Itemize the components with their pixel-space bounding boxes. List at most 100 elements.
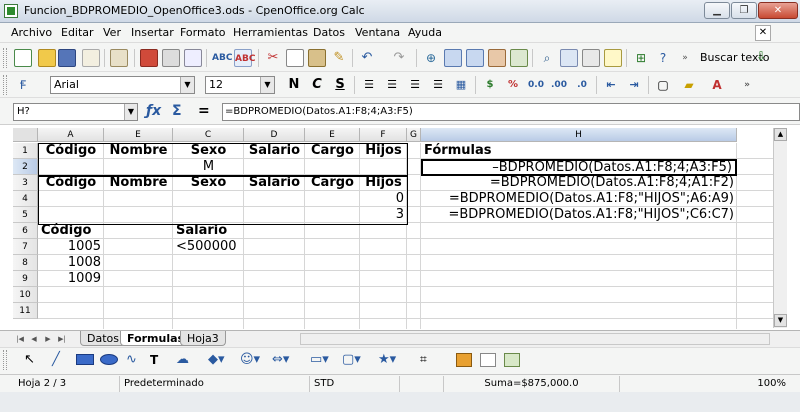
last-sheet-icon[interactable]: ▶| [56, 333, 68, 345]
undo-icon[interactable]: ↶ [358, 49, 376, 67]
freeform-icon[interactable]: ∿ [126, 352, 137, 367]
clone-format-icon[interactable]: ✎ [330, 49, 348, 67]
print-icon[interactable] [162, 49, 180, 67]
column-header-b[interactable]: E [104, 128, 173, 142]
copy-icon[interactable] [286, 49, 304, 67]
font-name-select[interactable]: Arial ▼ [50, 76, 195, 94]
background-color-icon[interactable]: ▰ [680, 76, 698, 94]
page-preview-icon[interactable] [184, 49, 202, 67]
email-icon[interactable] [82, 49, 100, 67]
cell-f5[interactable]: 3 [360, 207, 407, 223]
text-icon[interactable]: T [150, 353, 158, 367]
cell-c1[interactable]: Sexo [173, 143, 244, 159]
select-pointer-icon[interactable]: ↖ [24, 352, 35, 367]
cell-d1[interactable]: Salario [244, 143, 305, 159]
menu-datos[interactable]: Datos [313, 26, 345, 39]
cell-a7[interactable]: 1005 [38, 239, 104, 255]
chevron-down-icon[interactable]: ▼ [180, 77, 194, 93]
row-header[interactable]: 7 [13, 239, 38, 255]
column-header-c[interactable]: C [173, 128, 244, 142]
edit-file-icon[interactable] [110, 49, 128, 67]
cell-e1[interactable]: Cargo [305, 143, 360, 159]
menu-insertar[interactable]: Insertar [131, 26, 174, 39]
column-header-a[interactable]: A [38, 128, 104, 142]
new-document-icon[interactable] [14, 49, 32, 67]
font-size-select[interactable]: 12 ▼ [205, 76, 275, 94]
extrusion-icon[interactable] [504, 353, 520, 367]
zoom-icon[interactable]: ⊞ [632, 49, 650, 67]
export-pdf-icon[interactable] [140, 49, 158, 67]
cell-h5[interactable]: =BDPROMEDIO(Datos.A1:F8;"HIJOS";C6:C7) [421, 207, 737, 223]
chart-icon[interactable] [488, 49, 506, 67]
stars-icon[interactable]: ★▾ [378, 352, 396, 367]
spellcheck-icon[interactable]: ABC [212, 49, 232, 67]
cell-c2[interactable]: M [173, 159, 244, 175]
row-header[interactable]: 10 [13, 287, 38, 303]
standard-format-icon[interactable]: 0.0 [527, 76, 545, 94]
decrease-indent-icon[interactable]: ⇤ [602, 76, 620, 94]
cell-e3[interactable]: Cargo [305, 175, 360, 191]
cell-d3[interactable]: Salario [244, 175, 305, 191]
block-arrows-icon[interactable]: ⇔▾ [272, 352, 289, 367]
hyperlink-icon[interactable]: ⊕ [422, 49, 440, 67]
prev-sheet-icon[interactable]: ◀ [28, 333, 40, 345]
close-button[interactable]: ✕ [758, 2, 798, 19]
borders-icon[interactable]: ▢ [654, 76, 672, 94]
ellipse-icon[interactable] [100, 354, 118, 365]
align-left-icon[interactable]: ☰ [360, 76, 378, 94]
cell-h1[interactable]: Fórmulas [424, 143, 734, 159]
align-right-icon[interactable]: ☰ [406, 76, 424, 94]
toolbar-grip[interactable] [3, 48, 7, 68]
column-header-h[interactable]: H [421, 128, 737, 142]
cell-a1[interactable]: Código [38, 143, 104, 159]
cell-c3[interactable]: Sexo [173, 175, 244, 191]
rectangle-icon[interactable] [76, 354, 94, 365]
callouts-icon[interactable]: ▢▾ [342, 352, 361, 367]
gallery-icon[interactable] [582, 49, 600, 67]
cell-a6[interactable]: Código [41, 223, 103, 239]
delete-decimal-icon[interactable]: .0 [573, 76, 591, 94]
column-header-d[interactable]: D [244, 128, 305, 142]
cell-f4[interactable]: 0 [360, 191, 407, 207]
horizontal-scrollbar[interactable] [300, 333, 770, 345]
menu-ayuda[interactable]: Ayuda [408, 26, 442, 39]
function-icon[interactable]: = [198, 103, 210, 119]
menu-herramientas[interactable]: Herramientas [233, 26, 308, 39]
cell-f1[interactable]: Hijos [360, 143, 407, 159]
align-center-icon[interactable]: ☰ [383, 76, 401, 94]
toolbar-options-icon[interactable]: » [738, 76, 756, 94]
row-header[interactable]: 9 [13, 271, 38, 287]
merge-cells-icon[interactable]: ▦ [452, 76, 470, 94]
cell-a8[interactable]: 1008 [38, 255, 104, 271]
justify-icon[interactable]: ☰ [429, 76, 447, 94]
open-folder-icon[interactable] [38, 49, 56, 67]
sort-ascending-icon[interactable] [444, 49, 462, 67]
toolbar-grip[interactable] [3, 350, 7, 370]
row-header[interactable]: 4 [13, 191, 38, 207]
menu-ver[interactable]: Ver [103, 26, 121, 39]
cell-b3[interactable]: Nombre [104, 175, 173, 191]
first-sheet-icon[interactable]: |◀ [14, 333, 26, 345]
line-icon[interactable]: ╱ [52, 352, 60, 367]
cell-b1[interactable]: Nombre [104, 143, 173, 159]
row-header[interactable]: 11 [13, 303, 38, 319]
help-icon[interactable]: ? [654, 49, 672, 67]
cut-icon[interactable]: ✂ [264, 49, 282, 67]
cell-c6[interactable]: Salario [176, 223, 244, 239]
scroll-down-icon[interactable]: ▼ [774, 314, 787, 327]
find-replace-icon[interactable]: ⌕ [538, 49, 556, 67]
maximize-button[interactable]: ❐ [731, 2, 757, 19]
minimize-button[interactable]: ▁ [704, 2, 730, 19]
row-header[interactable]: 2 [13, 159, 38, 175]
menu-editar[interactable]: Editar [61, 26, 94, 39]
row-header[interactable]: 5 [13, 207, 38, 223]
menu-formato[interactable]: Formato [180, 26, 226, 39]
add-decimal-icon[interactable]: .00 [550, 76, 568, 94]
zoom-slider[interactable] [620, 376, 740, 392]
currency-format-icon[interactable]: $ [481, 76, 499, 94]
paste-icon[interactable] [308, 49, 326, 67]
toolbar-grip[interactable] [3, 75, 7, 95]
close-document-button[interactable]: ✕ [755, 25, 771, 41]
toolbar-options-icon[interactable]: » [676, 49, 694, 67]
pivot-table-icon[interactable] [510, 49, 528, 67]
